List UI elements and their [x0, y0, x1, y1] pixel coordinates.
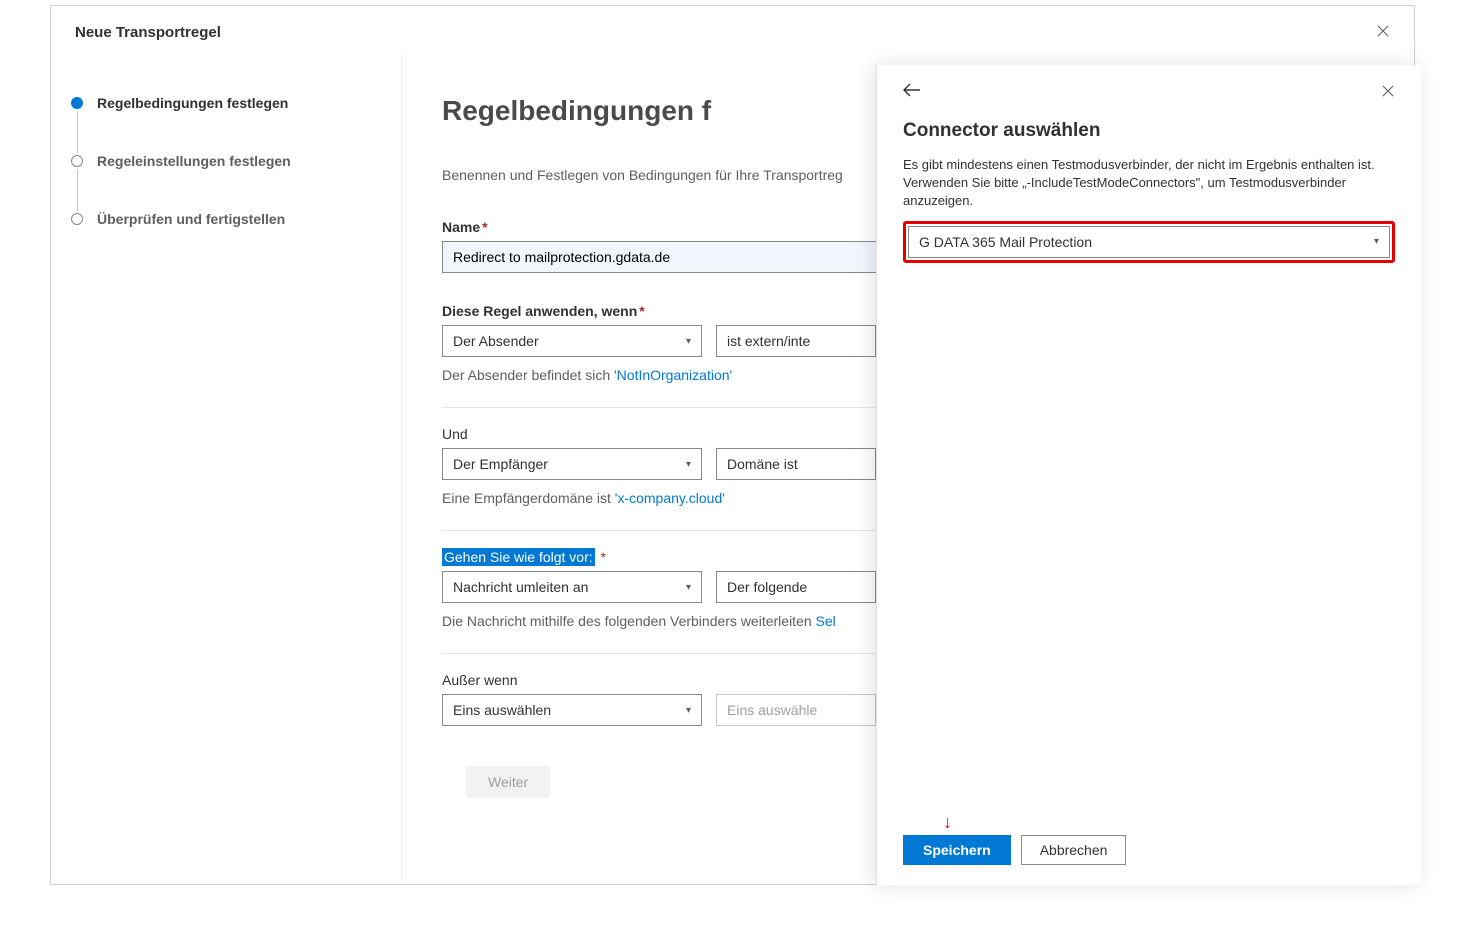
annotation-arrow-icon: ↓	[943, 813, 952, 831]
connector-panel: Connector auswählen Es gibt mindestens e…	[876, 65, 1421, 885]
header-bar: Neue Transportregel	[51, 6, 1414, 55]
action-helper-link[interactable]: Sel	[816, 613, 836, 629]
panel-title: Connector auswählen	[903, 120, 1395, 142]
cancel-button[interactable]: Abbrechen	[1021, 835, 1127, 865]
wizard-step-2[interactable]: Regeleinstellungen festlegen	[71, 153, 381, 169]
sender-condition-select[interactable]: ist extern/inte	[716, 325, 876, 357]
wizard-step-3[interactable]: Überprüfen und fertigstellen	[71, 211, 381, 227]
chevron-down-icon: ▾	[1374, 236, 1379, 247]
step-dot-icon	[71, 97, 83, 109]
recipient-helper-link[interactable]: 'x-company.cloud'	[615, 490, 725, 506]
dialog-title: Neue Transportregel	[75, 24, 221, 41]
wizard-sidebar: Regelbedingungen festlegen Regeleinstell…	[51, 55, 401, 879]
panel-footer: ↓ Speichern Abbrechen	[903, 835, 1395, 865]
next-button: Weiter	[466, 766, 550, 798]
sender-select[interactable]: Der Absender▾	[442, 325, 702, 357]
action-select[interactable]: Nachricht umleiten an▾	[442, 571, 702, 603]
step-connector	[77, 169, 78, 211]
panel-description: Es gibt mindestens einen Testmodusverbin…	[903, 156, 1395, 211]
highlighted-box: G DATA 365 Mail Protection ▾	[903, 221, 1395, 263]
except-condition-select: Eins auswähle	[716, 694, 876, 726]
step-label: Regelbedingungen festlegen	[97, 95, 288, 111]
back-arrow-icon[interactable]	[903, 83, 921, 102]
step-connector	[77, 111, 78, 153]
chevron-down-icon: ▾	[686, 582, 691, 593]
connector-selected-value: G DATA 365 Mail Protection	[919, 234, 1092, 250]
close-icon[interactable]	[1376, 24, 1390, 41]
close-icon[interactable]	[1381, 84, 1395, 101]
sender-helper-link[interactable]: 'NotInOrganization'	[614, 367, 732, 383]
except-select[interactable]: Eins auswählen▾	[442, 694, 702, 726]
step-label: Regeleinstellungen festlegen	[97, 153, 291, 169]
chevron-down-icon: ▾	[686, 336, 691, 347]
action-target-select[interactable]: Der folgende	[716, 571, 876, 603]
connector-select[interactable]: G DATA 365 Mail Protection ▾	[908, 226, 1390, 258]
save-button[interactable]: Speichern	[903, 835, 1011, 865]
recipient-select[interactable]: Der Empfänger▾	[442, 448, 702, 480]
chevron-down-icon: ▾	[686, 705, 691, 716]
step-dot-icon	[71, 213, 83, 225]
chevron-down-icon: ▾	[686, 459, 691, 470]
step-dot-icon	[71, 155, 83, 167]
recipient-condition-select[interactable]: Domäne ist	[716, 448, 876, 480]
step-label: Überprüfen und fertigstellen	[97, 211, 285, 227]
wizard-step-1[interactable]: Regelbedingungen festlegen	[71, 95, 381, 111]
